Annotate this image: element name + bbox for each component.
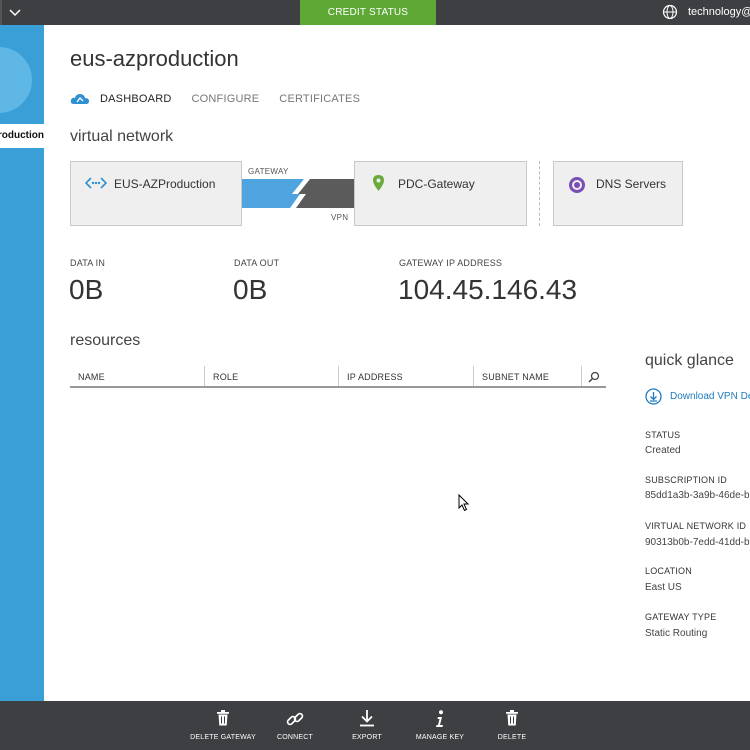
vpn-label: VPN <box>331 213 349 222</box>
virtual-network-id-label: VIRTUAL NETWORK ID <box>645 521 747 531</box>
download-vpn-label: Download VPN De <box>670 391 750 402</box>
command-bar: DELETE GATEWAY CONNECT EXPORT MANAGE KEY <box>0 701 750 750</box>
nav-item-label: production <box>0 130 44 141</box>
local-network-box[interactable]: EUS-AZProduction <box>70 161 242 226</box>
location-pin-icon <box>373 175 384 191</box>
dns-servers-box[interactable]: DNS Servers <box>553 161 683 226</box>
remote-network-box[interactable]: PDC-Gateway <box>354 161 527 226</box>
gateway-ip-value: 104.45.146.43 <box>398 274 578 305</box>
download-circle-icon <box>645 388 662 405</box>
network-icon <box>85 177 107 189</box>
column-subnet-name[interactable]: SUBNET NAME <box>474 366 582 386</box>
delete-button[interactable]: DELETE <box>467 701 557 750</box>
nav-avatar[interactable] <box>0 47 32 113</box>
data-in-label: DATA IN <box>70 258 106 268</box>
download-vpn-link[interactable]: Download VPN De <box>645 388 750 405</box>
trash-icon <box>506 710 518 726</box>
location-label: LOCATION <box>645 566 692 576</box>
gateway-type-label: GATEWAY TYPE <box>645 612 717 622</box>
mouse-cursor-icon <box>458 494 470 512</box>
download-icon <box>360 710 374 727</box>
virtual-network-id-value: 90313b0b-7edd-41dd-b <box>645 537 750 548</box>
globe-icon[interactable] <box>662 4 678 20</box>
virtual-network-heading: virtual network <box>70 128 174 145</box>
page-title: eus-azproduction <box>70 46 239 71</box>
search-icon <box>588 371 600 383</box>
dns-label: DNS Servers <box>596 177 667 191</box>
left-nav: production <box>0 25 44 701</box>
delete-label: DELETE <box>497 734 527 741</box>
tab-bar: DASHBOARD CONFIGURE CERTIFICATES <box>70 92 380 106</box>
column-role[interactable]: ROLE <box>205 366 339 386</box>
topbar-divider <box>0 0 2 25</box>
separator <box>539 161 540 226</box>
top-bar: CREDIT STATUS technology@c <box>0 0 750 25</box>
tab-configure[interactable]: CONFIGURE <box>191 93 259 105</box>
column-name[interactable]: NAME <box>70 366 205 386</box>
status-label: STATUS <box>645 430 681 440</box>
location-value: East US <box>645 582 682 593</box>
subscription-id-label: SUBSCRIPTION ID <box>645 475 728 485</box>
gateway-label: GATEWAY <box>248 167 289 176</box>
remote-network-name: PDC-Gateway <box>398 177 475 191</box>
tab-dashboard[interactable]: DASHBOARD <box>100 93 171 105</box>
link-icon <box>286 712 304 726</box>
table-search-button[interactable] <box>582 366 606 386</box>
local-network-name: EUS-AZProduction <box>114 177 216 191</box>
data-out-value: 0B <box>233 274 268 305</box>
gateway-type-value: Static Routing <box>645 628 708 639</box>
user-account[interactable]: technology@c <box>688 0 750 25</box>
subscription-id-value: 85dd1a3b-3a9b-46de-b <box>645 490 750 501</box>
chevron-down-icon[interactable] <box>8 5 22 19</box>
tab-certificates[interactable]: CERTIFICATES <box>279 93 360 105</box>
info-icon <box>436 710 443 727</box>
data-in-value: 0B <box>69 274 104 305</box>
trash-icon <box>217 710 229 726</box>
cloud-dashboard-icon <box>70 94 89 104</box>
status-value: Created <box>645 445 681 456</box>
resources-heading: resources <box>70 332 141 349</box>
nav-item-selected[interactable]: production <box>0 124 44 148</box>
data-out-label: DATA OUT <box>234 258 280 268</box>
quick-glance-title: quick glance <box>645 352 734 369</box>
gateway-ip-label: GATEWAY IP ADDRESS <box>399 258 503 268</box>
credit-status-button[interactable]: CREDIT STATUS <box>300 0 436 25</box>
dns-icon <box>569 177 585 193</box>
column-ip-address[interactable]: IP ADDRESS <box>339 366 474 386</box>
resources-table-header: NAME ROLE IP ADDRESS SUBNET NAME <box>70 366 606 388</box>
